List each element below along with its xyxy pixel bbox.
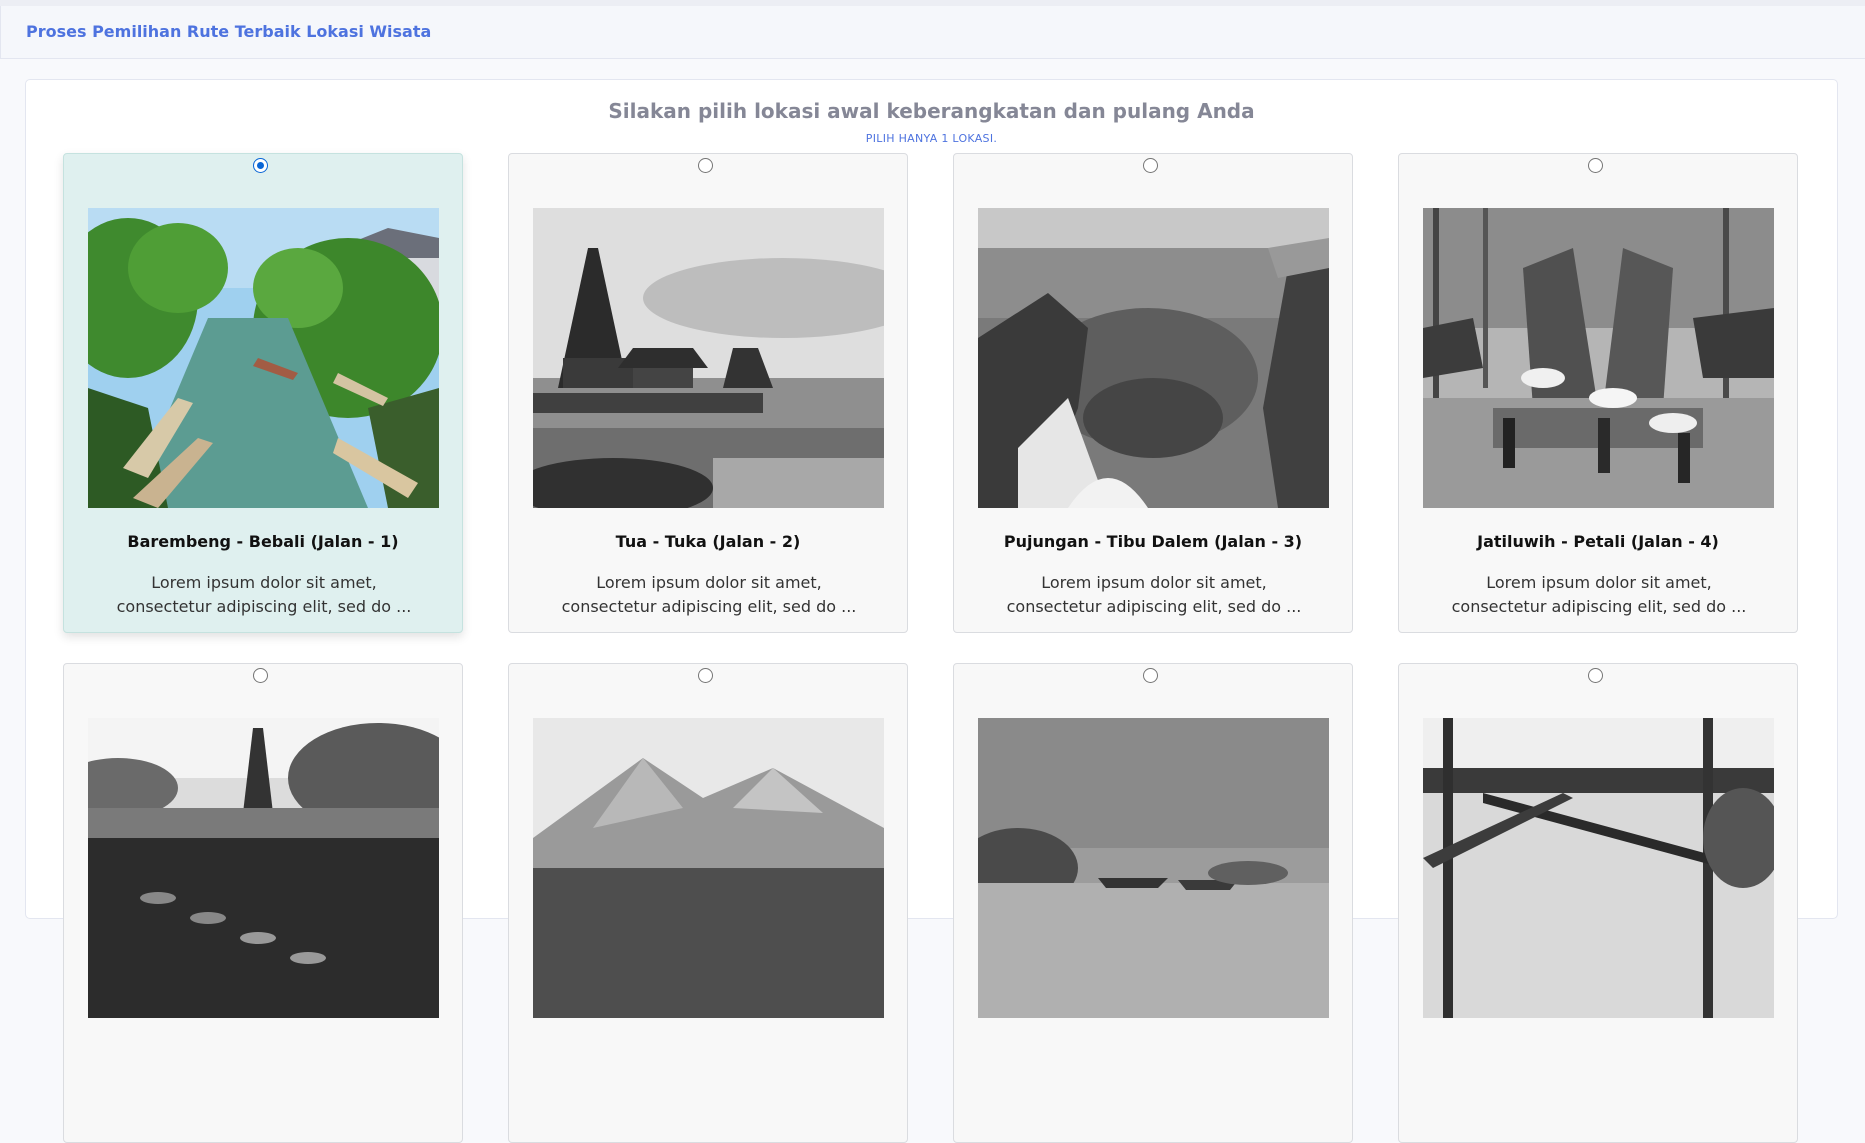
location-title-1: Barembeng - Bebali (Jalan - 1)	[127, 532, 399, 551]
location-radio-1[interactable]	[253, 158, 268, 173]
location-radio-7[interactable]	[1143, 668, 1158, 683]
location-card-3[interactable]: Pujungan - Tibu Dalem (Jalan - 3) Lorem …	[953, 153, 1353, 633]
cliff-beach-image	[978, 208, 1329, 508]
location-radio-8[interactable]	[1588, 668, 1603, 683]
location-desc-3: Lorem ipsum dolor sit amet, consectetur …	[1006, 573, 1302, 616]
lake-temple-image	[533, 208, 884, 508]
bamboo-structure-image	[1423, 718, 1774, 1018]
location-radio-3[interactable]	[1143, 158, 1158, 173]
location-radio-4[interactable]	[1588, 158, 1603, 173]
mountain-image	[533, 718, 884, 1018]
page-title: Proses Pemilihan Rute Terbaik Lokasi Wis…	[26, 22, 432, 41]
location-title-3: Pujungan - Tibu Dalem (Jalan - 3)	[1003, 532, 1303, 551]
location-desc-4: Lorem ipsum dolor sit amet, consectetur …	[1451, 573, 1747, 616]
temple-gate-image	[1423, 208, 1774, 508]
location-desc-1: Lorem ipsum dolor sit amet, consectetur …	[116, 573, 412, 616]
location-card-8[interactable]	[1398, 663, 1798, 1143]
location-radio-5[interactable]	[253, 668, 268, 683]
location-radio-6[interactable]	[698, 668, 713, 683]
location-card-1[interactable]: Barembeng - Bebali (Jalan - 1) Lorem ips…	[63, 153, 463, 633]
header-bar: Proses Pemilihan Rute Terbaik Lokasi Wis…	[0, 6, 1865, 59]
location-title-2: Tua - Tuka (Jalan - 2)	[615, 532, 801, 551]
water-palace-image	[88, 718, 439, 1018]
location-card-4[interactable]: Jatiluwih - Petali (Jalan - 4) Lorem ips…	[1398, 153, 1798, 633]
canal-boats-image	[88, 208, 439, 508]
location-title-4: Jatiluwih - Petali (Jalan - 4)	[1477, 532, 1719, 551]
panel-subheading: PILIH HANYA 1 LOKASI.	[865, 132, 998, 145]
location-card-6[interactable]	[508, 663, 908, 1143]
harbor-boats-image	[978, 718, 1329, 1018]
location-card-5[interactable]	[63, 663, 463, 1143]
location-panel: Silakan pilih lokasi awal keberangkatan …	[25, 79, 1838, 1143]
location-desc-2: Lorem ipsum dolor sit amet, consectetur …	[561, 573, 857, 616]
location-card-7[interactable]	[953, 663, 1353, 1143]
location-card-2[interactable]: Tua - Tuka (Jalan - 2) Lorem ipsum dolor…	[508, 153, 908, 633]
panel-heading: Silakan pilih lokasi awal keberangkatan …	[608, 99, 1255, 123]
location-radio-2[interactable]	[698, 158, 713, 173]
